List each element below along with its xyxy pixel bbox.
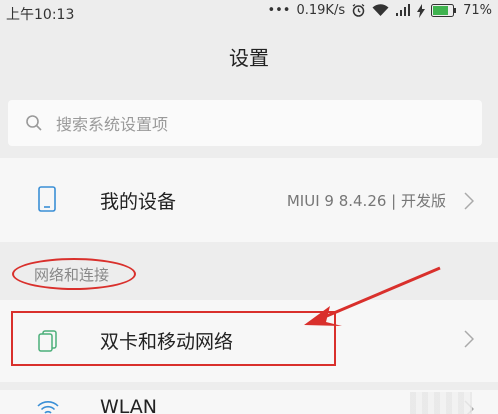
- wifi-status-icon: [372, 4, 389, 17]
- phone-icon: [38, 186, 56, 216]
- page-title: 设置: [229, 46, 269, 70]
- wlan-label: WLAN: [100, 396, 158, 414]
- annotation-rectangle: [11, 311, 336, 366]
- chevron-right-icon: [464, 192, 475, 214]
- title-bar: 设置: [0, 36, 498, 80]
- search-input[interactable]: [54, 108, 458, 140]
- network-speed: 0.19K/s: [296, 3, 346, 18]
- search-icon: [26, 115, 42, 131]
- blurred-value: [410, 392, 472, 414]
- my-device-version: MIUI 9 8.4.26 | 开发版: [286, 192, 446, 210]
- signal-icon: [395, 4, 411, 17]
- wifi-icon: [36, 400, 60, 414]
- annotation-ellipse: [12, 258, 136, 290]
- status-bar: 上午10:13 ••• 0.19K/s 71%: [0, 0, 498, 26]
- my-device-row[interactable]: 我的设备 MIUI 9 8.4.26 | 开发版: [0, 158, 498, 242]
- chevron-right-icon: [464, 330, 475, 352]
- my-device-label: 我的设备: [100, 191, 177, 213]
- search-box[interactable]: [8, 100, 482, 146]
- status-indicators: ••• 0.19K/s 71%: [267, 3, 492, 18]
- alarm-icon: [351, 3, 366, 18]
- charging-icon: [417, 3, 426, 18]
- status-time: 上午10:13: [6, 7, 75, 23]
- battery-icon: [431, 4, 457, 17]
- status-dots: •••: [267, 3, 291, 18]
- battery-percent: 71%: [463, 3, 492, 18]
